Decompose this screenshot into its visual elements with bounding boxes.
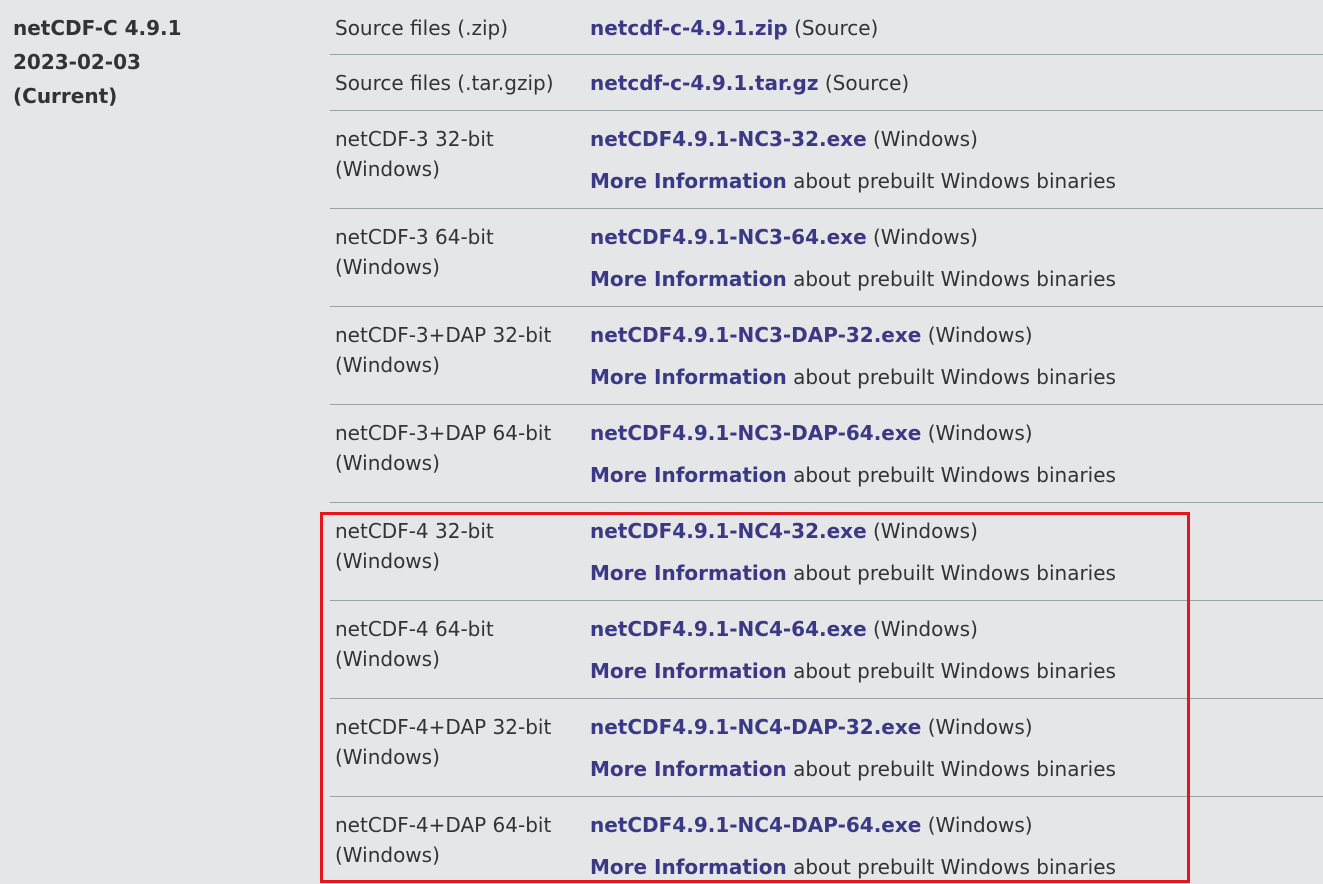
row-label: netCDF-4+DAP 32-bit (Windows): [335, 712, 551, 772]
row-label: netCDF-3+DAP 32-bit (Windows): [335, 320, 551, 380]
info-text: about prebuilt Windows binaries: [793, 757, 1116, 781]
row-label-text: netCDF-4 64-bit: [335, 617, 494, 641]
release-date: 2023-02-03: [13, 50, 141, 74]
info-text: about prebuilt Windows binaries: [793, 169, 1116, 193]
file-type: (Windows): [873, 617, 978, 641]
row-label-text: Source files (.tar.gzip): [335, 71, 554, 95]
download-link[interactable]: netCDF4.9.1-NC4-32.exe: [590, 519, 867, 543]
row-label-text: netCDF-3 32-bit: [335, 127, 494, 151]
file-type: (Windows): [873, 225, 978, 249]
more-information-link[interactable]: More Information: [590, 757, 787, 781]
file-type: (Windows): [927, 323, 1033, 347]
download-link[interactable]: netcdf-c-4.9.1.tar.gz: [590, 71, 819, 95]
release-info: netCDF-C 4.9.1 2023-02-03 (Current): [13, 11, 313, 113]
row-files: netCDF4.9.1-NC3-32.exe (Windows) More In…: [590, 124, 1116, 196]
row-label-platform: (Windows): [335, 647, 440, 671]
info-text: about prebuilt Windows binaries: [793, 267, 1116, 291]
file-type: (Windows): [927, 813, 1033, 837]
row-files: netcdf-c-4.9.1.zip (Source): [590, 13, 878, 43]
row-label: netCDF-3 64-bit (Windows): [335, 222, 494, 282]
info-text: about prebuilt Windows binaries: [793, 659, 1116, 683]
info-text: about prebuilt Windows binaries: [793, 365, 1116, 389]
row-label-text: Source files (.zip): [335, 16, 508, 40]
row-label-text: netCDF-3 64-bit: [335, 225, 494, 249]
row-files: netCDF4.9.1-NC3-DAP-32.exe (Windows) Mor…: [590, 320, 1116, 392]
row-files: netCDF4.9.1-NC4-64.exe (Windows) More In…: [590, 614, 1116, 686]
more-information-link[interactable]: More Information: [590, 169, 787, 193]
row-label-platform: (Windows): [335, 745, 440, 769]
table-row: netCDF-3+DAP 64-bit (Windows) netCDF4.9.…: [330, 405, 1323, 503]
download-link[interactable]: netCDF4.9.1-NC4-DAP-32.exe: [590, 715, 921, 739]
file-type: (Windows): [927, 715, 1033, 739]
row-label: Source files (.zip): [335, 13, 508, 43]
more-information-link[interactable]: More Information: [590, 365, 787, 389]
row-label-text: netCDF-3+DAP 64-bit: [335, 421, 552, 445]
table-row: netCDF-4 32-bit (Windows) netCDF4.9.1-NC…: [330, 503, 1323, 601]
table-row: netCDF-4+DAP 32-bit (Windows) netCDF4.9.…: [330, 699, 1323, 797]
more-information-link[interactable]: More Information: [590, 561, 787, 585]
file-type: (Source): [794, 16, 879, 40]
row-label-platform: (Windows): [335, 157, 440, 181]
table-row: netCDF-3 32-bit (Windows) netCDF4.9.1-NC…: [330, 111, 1323, 209]
row-files: netCDF4.9.1-NC4-32.exe (Windows) More In…: [590, 516, 1116, 588]
row-label-text: netCDF-4+DAP 64-bit: [335, 813, 552, 837]
download-link[interactable]: netCDF4.9.1-NC4-64.exe: [590, 617, 867, 641]
row-label: netCDF-3 32-bit (Windows): [335, 124, 494, 184]
downloads-page: netCDF-C 4.9.1 2023-02-03 (Current) Sour…: [0, 0, 1323, 884]
row-files: netcdf-c-4.9.1.tar.gz (Source): [590, 68, 909, 98]
download-link[interactable]: netCDF4.9.1-NC3-32.exe: [590, 127, 867, 151]
download-link[interactable]: netcdf-c-4.9.1.zip: [590, 16, 788, 40]
row-label: netCDF-3+DAP 64-bit (Windows): [335, 418, 551, 478]
row-label-platform: (Windows): [335, 255, 440, 279]
download-link[interactable]: netCDF4.9.1-NC3-64.exe: [590, 225, 867, 249]
file-type: (Windows): [927, 421, 1033, 445]
release-status: (Current): [13, 84, 118, 108]
table-row: netCDF-4 64-bit (Windows) netCDF4.9.1-NC…: [330, 601, 1323, 699]
table-row: Source files (.tar.gzip) netcdf-c-4.9.1.…: [330, 55, 1323, 111]
download-link[interactable]: netCDF4.9.1-NC4-DAP-64.exe: [590, 813, 921, 837]
row-label-text: netCDF-4 32-bit: [335, 519, 494, 543]
row-label: netCDF-4 32-bit (Windows): [335, 516, 494, 576]
row-label-platform: (Windows): [335, 353, 440, 377]
file-type: (Source): [824, 71, 910, 95]
table-row: netCDF-3+DAP 32-bit (Windows) netCDF4.9.…: [330, 307, 1323, 405]
more-information-link[interactable]: More Information: [590, 267, 787, 291]
info-text: about prebuilt Windows binaries: [793, 855, 1116, 879]
more-information-link[interactable]: More Information: [590, 659, 787, 683]
table-row: netCDF-3 64-bit (Windows) netCDF4.9.1-NC…: [330, 209, 1323, 307]
row-label-platform: (Windows): [335, 549, 440, 573]
row-files: netCDF4.9.1-NC4-DAP-32.exe (Windows) Mor…: [590, 712, 1116, 784]
download-link[interactable]: netCDF4.9.1-NC3-DAP-64.exe: [590, 421, 921, 445]
download-link[interactable]: netCDF4.9.1-NC3-DAP-32.exe: [590, 323, 921, 347]
row-label: netCDF-4+DAP 64-bit (Windows): [335, 810, 551, 870]
row-label-text: netCDF-3+DAP 32-bit: [335, 323, 552, 347]
row-files: netCDF4.9.1-NC3-64.exe (Windows) More In…: [590, 222, 1116, 294]
row-files: netCDF4.9.1-NC3-DAP-64.exe (Windows) Mor…: [590, 418, 1116, 490]
info-text: about prebuilt Windows binaries: [793, 561, 1116, 585]
file-type: (Windows): [873, 127, 978, 151]
row-label: Source files (.tar.gzip): [335, 68, 554, 98]
row-label: netCDF-4 64-bit (Windows): [335, 614, 494, 674]
file-type: (Windows): [873, 519, 978, 543]
row-label-text: netCDF-4+DAP 32-bit: [335, 715, 552, 739]
info-text: about prebuilt Windows binaries: [793, 463, 1116, 487]
more-information-link[interactable]: More Information: [590, 855, 787, 879]
row-files: netCDF4.9.1-NC4-DAP-64.exe (Windows) Mor…: [590, 810, 1116, 882]
more-information-link[interactable]: More Information: [590, 463, 787, 487]
row-label-platform: (Windows): [335, 843, 440, 867]
release-name: netCDF-C 4.9.1: [13, 16, 182, 40]
row-label-platform: (Windows): [335, 451, 440, 475]
table-row: netCDF-4+DAP 64-bit (Windows) netCDF4.9.…: [330, 797, 1323, 884]
downloads-table: Source files (.zip) netcdf-c-4.9.1.zip (…: [330, 0, 1323, 884]
table-row: Source files (.zip) netcdf-c-4.9.1.zip (…: [330, 0, 1323, 55]
